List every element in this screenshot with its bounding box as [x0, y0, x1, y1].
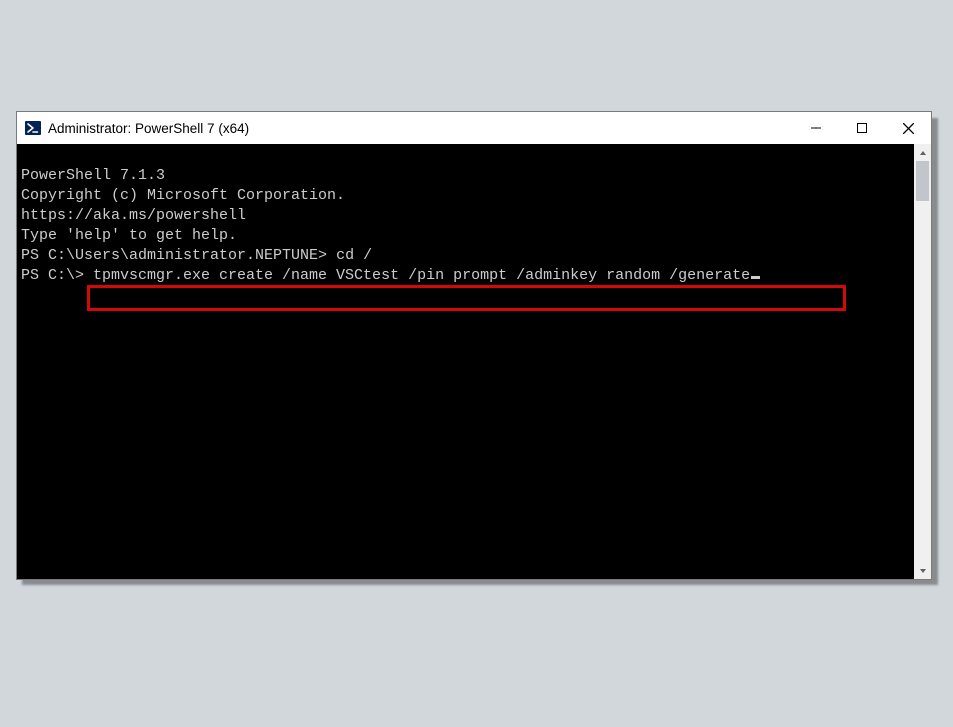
output-line: Copyright (c) Microsoft Corporation. [21, 186, 913, 206]
scroll-up-button[interactable] [914, 144, 931, 161]
output-line: PowerShell 7.1.3 [21, 166, 913, 186]
terminal-client-area: PowerShell 7.1.3Copyright (c) Microsoft … [17, 144, 931, 579]
prompt-command: tpmvscmgr.exe create /name VSCtest /pin … [93, 267, 750, 284]
output-line: https://aka.ms/powershell [21, 206, 913, 226]
cursor [751, 276, 760, 279]
window-controls [793, 112, 931, 144]
scroll-track[interactable] [914, 161, 931, 562]
minimize-button[interactable] [793, 112, 839, 144]
prompt-prefix: PS C:\Users\administrator.NEPTUNE> [21, 247, 336, 264]
powershell-icon [25, 120, 41, 136]
maximize-button[interactable] [839, 112, 885, 144]
prompt-command: cd / [336, 247, 372, 264]
powershell-window: Administrator: PowerShell 7 (x64) PowerS… [16, 111, 932, 580]
vertical-scrollbar[interactable] [914, 144, 931, 579]
scroll-down-button[interactable] [914, 562, 931, 579]
terminal-output[interactable]: PowerShell 7.1.3Copyright (c) Microsoft … [21, 146, 913, 577]
output-line: Type 'help' to get help. [21, 226, 913, 246]
prompt-prefix: PS C:\> [21, 267, 93, 284]
window-title: Administrator: PowerShell 7 (x64) [48, 121, 249, 136]
prompt-line: PS C:\Users\administrator.NEPTUNE> cd / [21, 246, 913, 266]
close-button[interactable] [885, 112, 931, 144]
prompt-line: PS C:\> tpmvscmgr.exe create /name VSCte… [21, 266, 913, 286]
scroll-thumb[interactable] [916, 161, 929, 201]
titlebar[interactable]: Administrator: PowerShell 7 (x64) [17, 112, 931, 144]
